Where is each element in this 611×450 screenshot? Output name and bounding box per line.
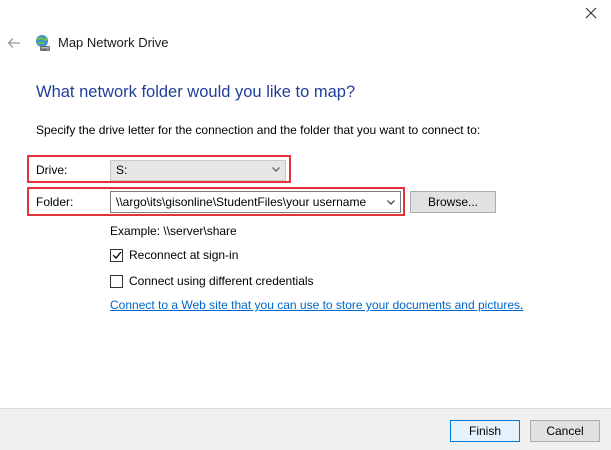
credentials-label: Connect using different credentials bbox=[129, 274, 314, 288]
finish-button[interactable]: Finish bbox=[450, 420, 520, 442]
window-title: Map Network Drive bbox=[58, 35, 169, 50]
chevron-down-icon bbox=[387, 200, 395, 205]
reconnect-label: Reconnect at sign-in bbox=[129, 248, 239, 262]
close-button[interactable] bbox=[576, 2, 606, 24]
web-site-link[interactable]: Connect to a Web site that you can use t… bbox=[110, 298, 520, 312]
browse-button[interactable]: Browse... bbox=[410, 191, 496, 213]
drive-select[interactable]: S: bbox=[110, 160, 286, 181]
reconnect-checkbox-row[interactable]: Reconnect at sign-in bbox=[110, 248, 238, 262]
folder-combobox[interactable]: \\argo\its\gisonline\StudentFiles\your u… bbox=[110, 191, 401, 213]
example-text: Example: \\server\share bbox=[110, 224, 237, 238]
network-drive-icon bbox=[34, 34, 52, 52]
folder-label: Folder: bbox=[36, 195, 74, 209]
drive-select-value: S: bbox=[116, 163, 128, 177]
back-button[interactable] bbox=[4, 34, 24, 52]
folder-input-value: \\argo\its\gisonline\StudentFiles\your u… bbox=[116, 195, 367, 209]
close-icon bbox=[585, 7, 597, 19]
chevron-down-icon bbox=[272, 167, 280, 172]
cancel-button[interactable]: Cancel bbox=[530, 420, 600, 442]
page-heading: What network folder would you like to ma… bbox=[36, 83, 356, 101]
web-site-link-row: Connect to a Web site that you can use t… bbox=[110, 298, 523, 312]
reconnect-checkbox[interactable] bbox=[110, 248, 123, 262]
checkmark-icon bbox=[112, 251, 121, 259]
credentials-checkbox[interactable] bbox=[110, 274, 123, 288]
link-suffix: . bbox=[520, 298, 524, 312]
drive-label: Drive: bbox=[36, 163, 68, 177]
instructions-text: Specify the drive letter for the connect… bbox=[36, 123, 481, 137]
credentials-checkbox-row[interactable]: Connect using different credentials bbox=[110, 274, 314, 288]
back-arrow-icon bbox=[7, 38, 20, 48]
